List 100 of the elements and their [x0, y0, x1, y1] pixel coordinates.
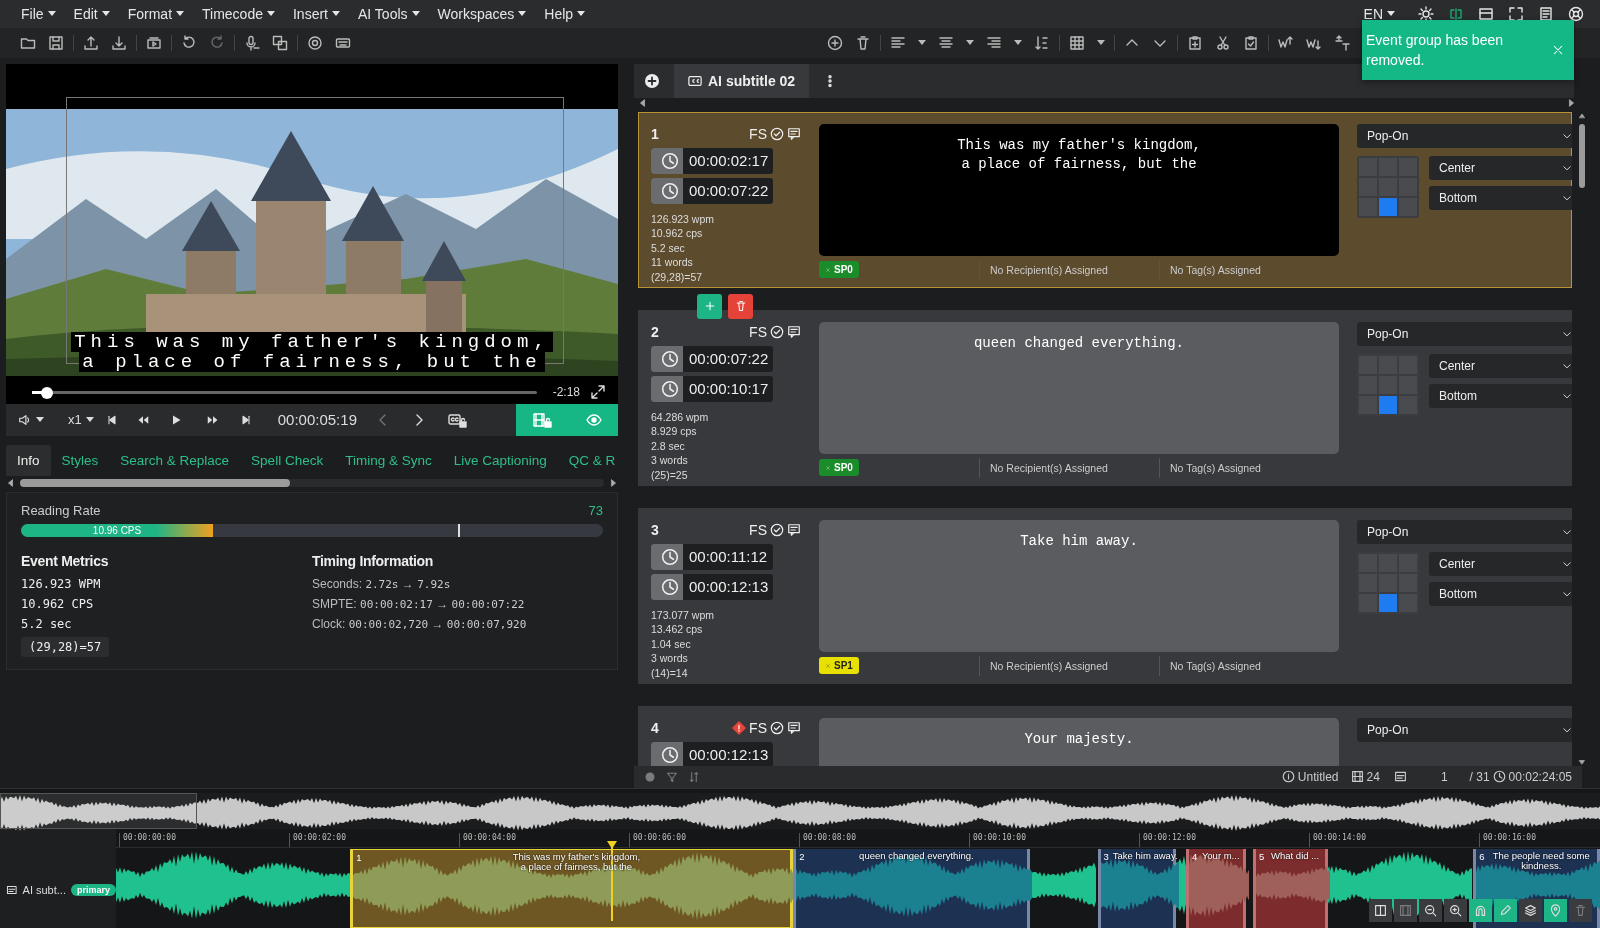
clipboard-check-icon[interactable]: [1243, 34, 1259, 51]
display-mode-dropdown[interactable]: Pop-On: [1357, 321, 1572, 346]
film-lock-icon[interactable]: [532, 411, 554, 428]
skip-start-icon[interactable]: [105, 413, 118, 426]
align-left-icon[interactable]: [890, 34, 906, 51]
speaker-tag[interactable]: SP1: [819, 657, 859, 675]
display-mode-dropdown[interactable]: Pop-On: [1357, 123, 1572, 148]
horizontal-align-dropdown[interactable]: Center: [1429, 551, 1572, 576]
filter-icon[interactable]: [666, 770, 678, 783]
check-circle-icon[interactable]: [770, 324, 784, 339]
text-up-icon[interactable]: [1334, 34, 1350, 51]
translate-icon[interactable]: [272, 34, 288, 51]
start-time-field[interactable]: 00:00:07:22: [651, 345, 773, 372]
horizontal-align-dropdown[interactable]: Center: [1429, 155, 1572, 180]
start-time-field[interactable]: 00:00:11:12: [651, 543, 773, 570]
fullscreen-icon[interactable]: [1508, 5, 1524, 22]
scroll-left-icon[interactable]: [638, 97, 648, 108]
event-card[interactable]: 4 FS 00:00:12:13 Your majesty. Pop-On: [638, 705, 1572, 766]
menu-item[interactable]: Edit: [64, 5, 119, 22]
scroll-right-icon[interactable]: [608, 477, 618, 488]
sort-icon[interactable]: [688, 770, 700, 783]
menu-item[interactable]: Workspaces: [428, 5, 536, 22]
position-grid[interactable]: [1357, 353, 1419, 416]
vertical-scrollbar[interactable]: [1579, 123, 1585, 188]
scroll-right-icon[interactable]: [1566, 97, 1576, 108]
display-mode-dropdown[interactable]: Pop-On: [1357, 717, 1572, 742]
scroll-up-icon[interactable]: [1578, 111, 1586, 120]
subtitle-text-box[interactable]: This was my father's kingdom, a place of fairness, but the: [819, 123, 1339, 256]
panel-tab[interactable]: Styles: [50, 444, 110, 476]
align-center-icon[interactable]: [938, 34, 954, 51]
menu-item[interactable]: Format: [118, 5, 194, 22]
film-icon[interactable]: [1399, 904, 1412, 917]
overview-viewport[interactable]: [0, 792, 197, 829]
microphone-icon[interactable]: [244, 34, 260, 51]
event-card[interactable]: 3 FS 00:00:11:12 00:00:12:13 173.077 wpm 13.462 cps 1.04 sec 3 words (14)=14 Take him away. SP1 No Recipient(s) Assigned No Tag(s) Assigned Pop-On Center Bottom: [638, 507, 1572, 684]
download-icon[interactable]: [111, 34, 127, 51]
redo-icon[interactable]: [209, 34, 225, 51]
record-icon[interactable]: [644, 770, 656, 783]
scissors-icon[interactable]: [1215, 34, 1231, 51]
vertical-align-dropdown[interactable]: Bottom: [1429, 383, 1572, 408]
comment-icon[interactable]: [787, 324, 801, 339]
menu-item[interactable]: File: [12, 5, 65, 22]
position-grid[interactable]: [1357, 155, 1419, 218]
split-icon[interactable]: [1374, 904, 1387, 917]
save-icon[interactable]: [48, 34, 64, 51]
comment-icon[interactable]: [787, 126, 801, 141]
menu-item[interactable]: Help: [535, 5, 595, 22]
menu-item[interactable]: Timecode: [193, 5, 284, 22]
check-circle-icon[interactable]: [770, 126, 784, 141]
skip-end-icon[interactable]: [239, 413, 252, 426]
captions-lock-icon[interactable]: [447, 411, 469, 428]
layers-icon[interactable]: [1524, 904, 1537, 917]
start-time-field[interactable]: 00:00:02:17: [651, 147, 773, 174]
trash-icon[interactable]: [855, 34, 871, 51]
menu-item[interactable]: Insert: [284, 5, 349, 22]
comment-icon[interactable]: [787, 720, 801, 735]
zoom-in-icon[interactable]: [1449, 904, 1462, 917]
subtitle-text-box[interactable]: queen changed everything.: [819, 321, 1339, 454]
sort-icon[interactable]: [1034, 34, 1050, 51]
language-dropdown[interactable]: EN: [1354, 5, 1404, 22]
check-circle-icon[interactable]: [770, 522, 784, 537]
subtitle-text-box[interactable]: Your majesty.: [819, 717, 1339, 766]
undo-icon[interactable]: [181, 34, 197, 51]
media-icon[interactable]: [146, 34, 162, 51]
panel-tab[interactable]: Info: [6, 444, 51, 476]
panel-tab[interactable]: Search & Replace: [109, 444, 241, 476]
position-grid[interactable]: [1357, 551, 1419, 614]
speaker-tag[interactable]: SP0: [819, 459, 859, 477]
settings-icon[interactable]: [307, 34, 323, 51]
horizontal-align-dropdown[interactable]: Center: [1429, 353, 1572, 378]
vertical-align-dropdown[interactable]: Bottom: [1429, 581, 1572, 606]
speed-dropdown[interactable]: x1: [68, 412, 94, 428]
word-up-icon[interactable]: [1278, 34, 1294, 51]
scroll-down-icon[interactable]: [1578, 757, 1586, 766]
scroll-left-icon[interactable]: [6, 477, 16, 488]
panel-tab[interactable]: Live Captioning: [442, 444, 558, 476]
zoom-out-icon[interactable]: [1424, 904, 1437, 917]
comment-icon[interactable]: [787, 522, 801, 537]
menu-item[interactable]: AI Tools: [349, 5, 429, 22]
link-icon[interactable]: [1448, 5, 1464, 22]
panel-tab[interactable]: QC & R: [557, 444, 618, 476]
fullscreen-icon[interactable]: [590, 383, 606, 400]
end-time-field[interactable]: 00:00:07:22: [651, 177, 773, 204]
start-time-field[interactable]: 00:00:12:13: [651, 741, 773, 766]
help-icon[interactable]: [1568, 5, 1584, 22]
timeline-segment[interactable]: 4 Your m...: [1185, 848, 1247, 928]
subtitle-track-tab[interactable]: AI subtitle 02: [674, 63, 810, 98]
clipboard-add-icon[interactable]: [1187, 34, 1203, 51]
end-time-field[interactable]: 00:00:12:13: [651, 573, 773, 600]
panel-tab[interactable]: Spell Check: [240, 444, 335, 476]
align-right-icon[interactable]: [986, 34, 1002, 51]
upload-icon[interactable]: [83, 34, 99, 51]
add-icon[interactable]: [827, 34, 843, 51]
speaker-tag[interactable]: SP0: [819, 261, 859, 279]
timeline-segment[interactable]: 3 Take him away.: [1097, 848, 1176, 928]
add-event-button[interactable]: [697, 293, 722, 319]
volume-dropdown[interactable]: [18, 412, 44, 427]
horizontal-scrollbar[interactable]: [20, 478, 604, 487]
add-circle-icon[interactable]: [644, 72, 660, 89]
eye-icon[interactable]: [586, 411, 602, 428]
